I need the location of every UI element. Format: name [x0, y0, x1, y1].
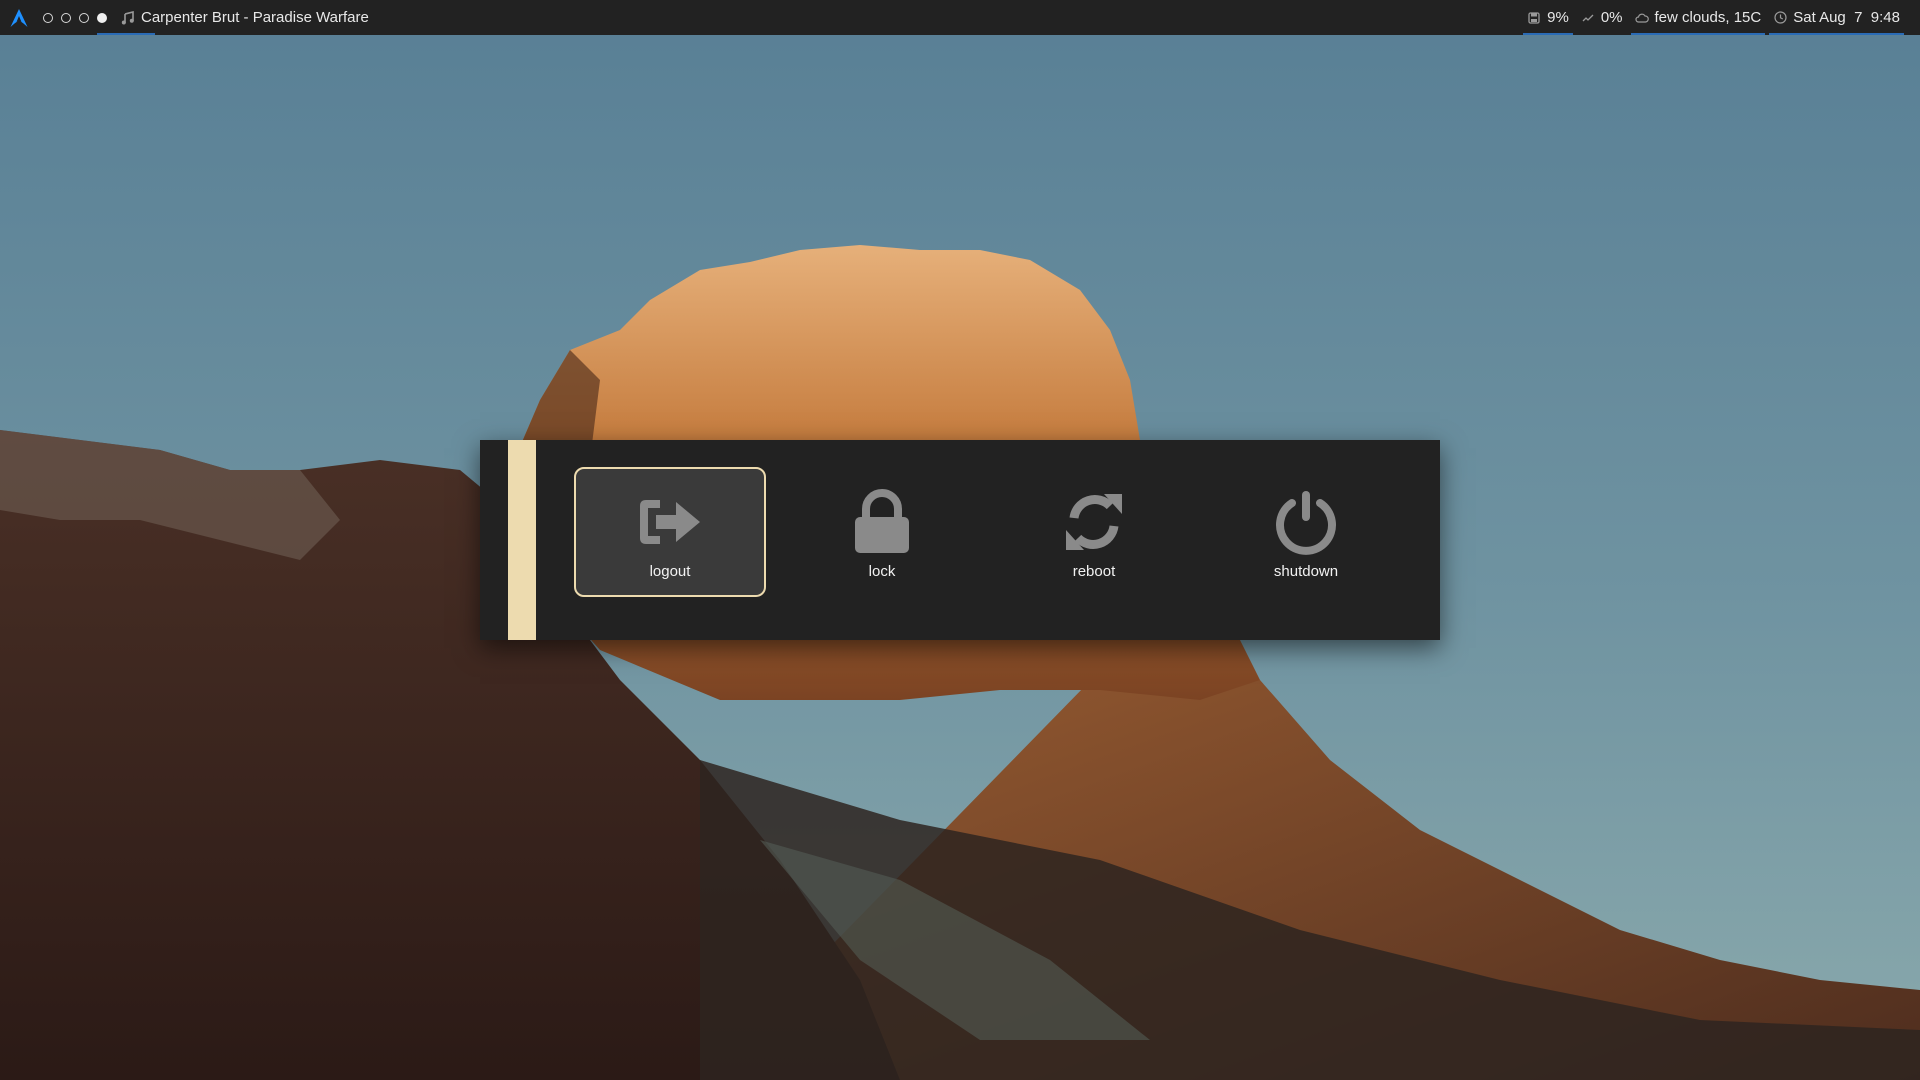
- clock-icon: [1773, 11, 1787, 25]
- cloud-icon: [1634, 11, 1649, 25]
- lock-button[interactable]: lock: [786, 467, 978, 597]
- logout-icon: [637, 489, 703, 555]
- cpu-usage-value: 0%: [1600, 9, 1623, 26]
- weather-value: few clouds, 15C: [1654, 9, 1762, 26]
- disk-module[interactable]: 9%: [1521, 0, 1575, 35]
- clock-module[interactable]: Sat Aug 7 9:48: [1767, 0, 1906, 35]
- logout-button[interactable]: logout: [574, 467, 766, 597]
- disk-usage-value: 9%: [1547, 9, 1569, 26]
- clock-value: Sat Aug 7 9:48: [1793, 9, 1900, 26]
- disk-underline: [1523, 33, 1573, 35]
- lock-label: lock: [868, 563, 896, 580]
- reboot-icon: [1061, 489, 1127, 555]
- lock-icon: [849, 489, 915, 555]
- music-note-icon: [121, 10, 135, 25]
- shutdown-label: shutdown: [1273, 563, 1339, 580]
- logout-label: logout: [649, 563, 691, 580]
- status-modules: 9% 0% few clouds, 15C Sat Aug 7 9:48: [1521, 0, 1906, 35]
- workspace-underline: [97, 33, 155, 35]
- clock-underline: [1769, 33, 1904, 35]
- arch-logo-icon[interactable]: [0, 0, 38, 35]
- cpu-module[interactable]: 0%: [1575, 0, 1629, 35]
- power-menu-accent-bar: [508, 440, 536, 640]
- media-player-module[interactable]: Carpenter Brut - Paradise Warfare: [121, 9, 369, 26]
- reboot-button[interactable]: reboot: [998, 467, 1190, 597]
- disk-icon: [1527, 11, 1541, 25]
- shutdown-button[interactable]: shutdown: [1210, 467, 1402, 597]
- power-menu: logout lock reboot shutdown: [480, 440, 1440, 640]
- weather-underline: [1630, 33, 1766, 35]
- power-menu-options: logout lock reboot shutdown: [574, 467, 1402, 597]
- reboot-label: reboot: [1072, 563, 1116, 580]
- weather-module[interactable]: few clouds, 15C: [1629, 0, 1768, 35]
- workspace-4-indicator[interactable]: [97, 12, 107, 23]
- workspace-2-indicator[interactable]: [61, 12, 71, 23]
- power-icon: [1273, 489, 1339, 555]
- now-playing-text: Carpenter Brut - Paradise Warfare: [141, 9, 369, 26]
- workspace-1-indicator[interactable]: [43, 12, 53, 23]
- workspace-switcher: [43, 0, 155, 35]
- top-bar: Carpenter Brut - Paradise Warfare 9% 0%: [0, 0, 1920, 35]
- cpu-graph-icon: [1581, 11, 1595, 25]
- workspace-3-indicator[interactable]: [79, 12, 89, 23]
